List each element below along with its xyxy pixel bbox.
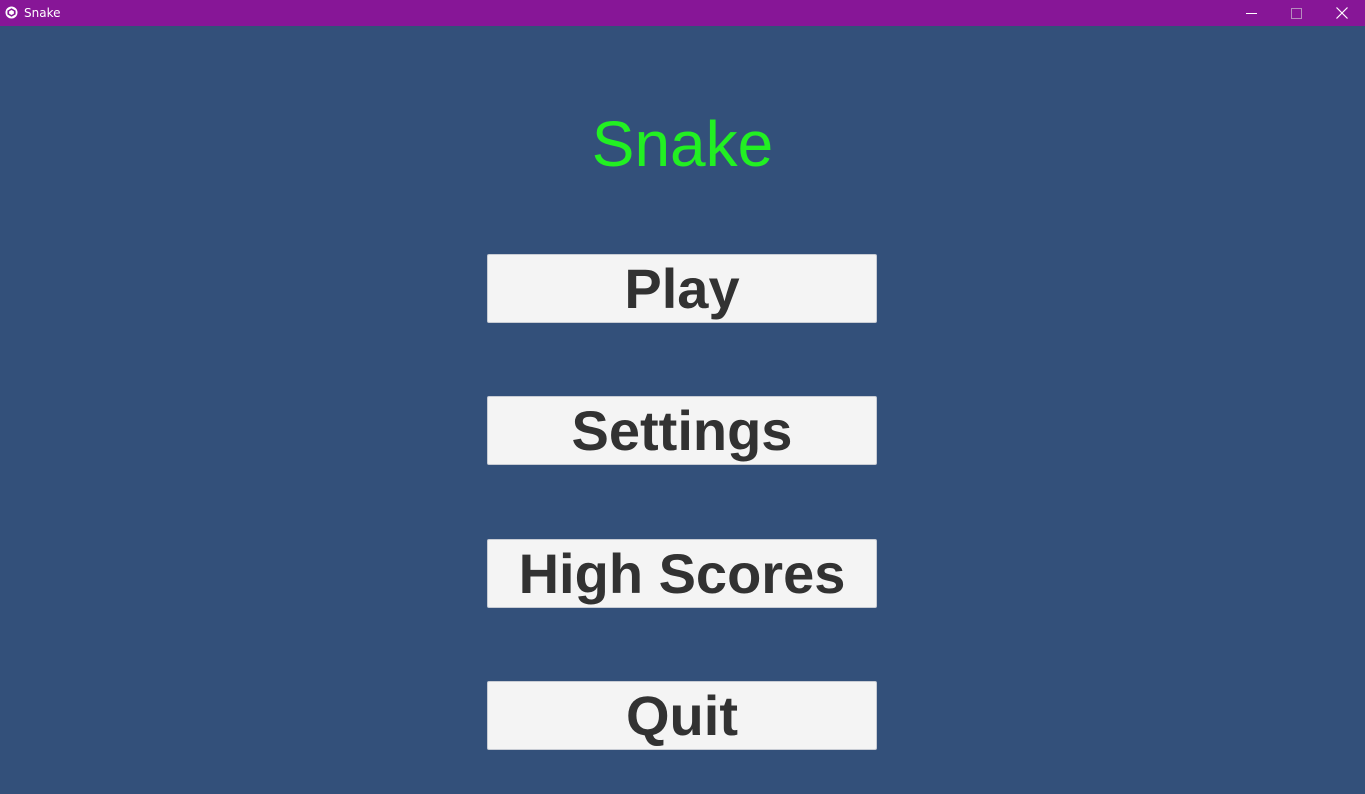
high-scores-button[interactable]: High Scores	[487, 539, 877, 608]
maximize-button[interactable]	[1273, 0, 1319, 26]
window-titlebar[interactable]: Snake	[0, 0, 1365, 26]
unity-logo-icon	[5, 6, 18, 19]
settings-button[interactable]: Settings	[487, 396, 877, 465]
window-title: Snake	[24, 6, 61, 20]
game-window: Snake Snake Play Settings High Scores Qu…	[0, 0, 1365, 794]
close-icon	[1336, 7, 1348, 19]
close-button[interactable]	[1319, 0, 1365, 26]
quit-button[interactable]: Quit	[487, 681, 877, 750]
minimize-button[interactable]	[1228, 0, 1274, 26]
play-button[interactable]: Play	[487, 254, 877, 323]
maximize-icon	[1290, 7, 1302, 19]
game-title: Snake	[591, 108, 774, 180]
minimize-icon	[1245, 8, 1257, 19]
